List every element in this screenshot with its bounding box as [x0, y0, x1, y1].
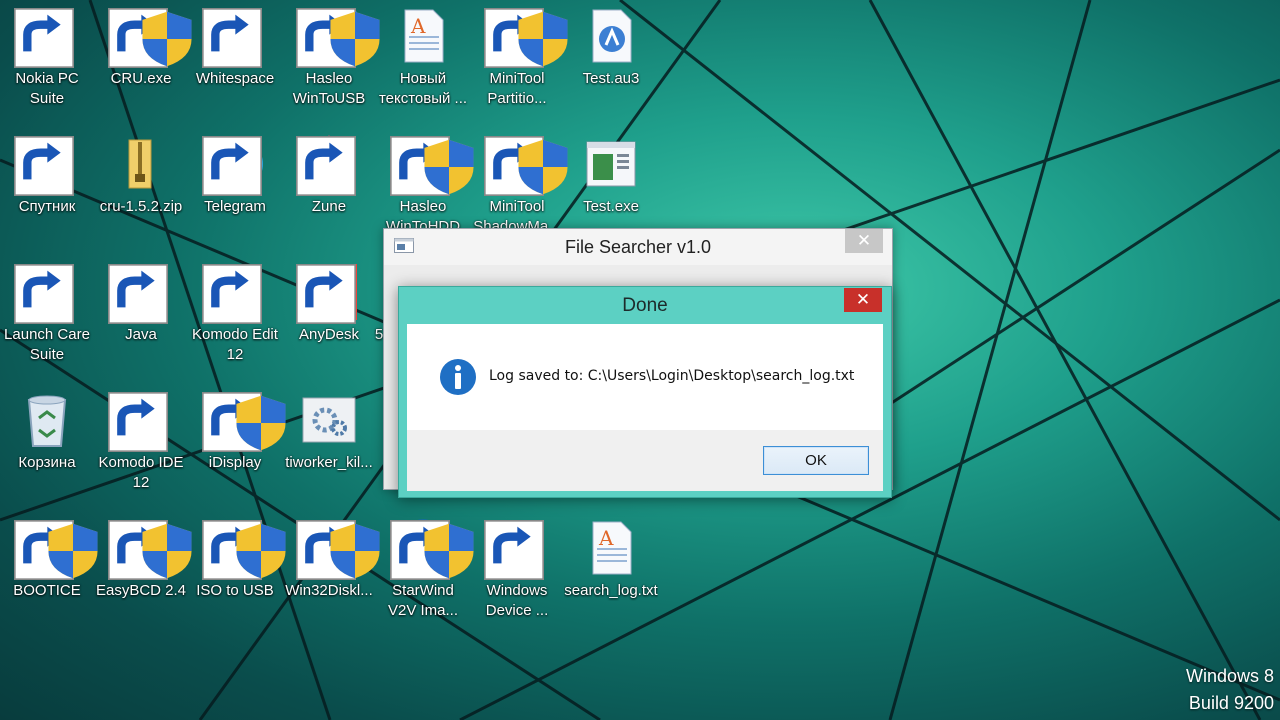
- desktop-icon-label: search_log.txt: [564, 582, 658, 599]
- desktop-icon-label: Корзина: [18, 454, 76, 471]
- desktop-icon-sputnik[interactable]: Спутник: [0, 128, 94, 252]
- dialog-close-button[interactable]: ✕: [844, 288, 882, 312]
- desktop-icon-windows-device-portal[interactable]: Windows Device ...: [470, 512, 564, 636]
- desktop-icon-komodo-edit[interactable]: Komodo Edit 12: [188, 256, 282, 380]
- shortcut-arrow-icon: [108, 264, 168, 324]
- settings-gears-icon: [302, 397, 356, 443]
- dialog-title: Done: [622, 295, 668, 316]
- desktop-icon-tiworker-kill[interactable]: tiworker_kil...: [282, 384, 376, 508]
- desktop-icon-label: Whitespace: [195, 70, 275, 87]
- desktop-icon-test-au3[interactable]: Test.au3: [564, 0, 658, 124]
- desktop-icon-cru-zip[interactable]: cru-1.5.2.zip: [94, 128, 188, 252]
- desktop-icon-java[interactable]: Java: [94, 256, 188, 380]
- desktop-icon-bootice[interactable]: BOOTICE: [0, 512, 98, 636]
- window-titlebar[interactable]: File Searcher v1.0 ✕: [384, 229, 892, 265]
- desktop-icon-easybcd[interactable]: EasyBCD 2.4: [94, 512, 192, 636]
- desktop-icon-label: Komodo IDE 12: [98, 454, 184, 491]
- dialog-footer: OK: [407, 430, 883, 491]
- desktop-icon-care-suite[interactable]: Launch Care Suite: [0, 256, 94, 380]
- desktop-icon-idisplay[interactable]: iDisplay: [188, 384, 286, 508]
- os-watermark: Windows 8 Build 9200: [1186, 663, 1274, 717]
- desktop-icon-label: Telegram: [204, 198, 266, 215]
- desktop-icon-wintousb[interactable]: Hasleo WinToUSB: [282, 0, 380, 124]
- desktop-icon-win32diskimager[interactable]: Win32Diskl...: [282, 512, 380, 636]
- shortcut-arrow-icon: [484, 520, 544, 580]
- desktop-icon-whitespace[interactable]: Whitespace: [188, 0, 282, 124]
- autoit-script-icon: [592, 9, 632, 63]
- svg-text:A: A: [598, 526, 614, 550]
- desktop-icon-search-log[interactable]: A search_log.txt: [564, 512, 658, 636]
- zip-folder-icon: [128, 139, 152, 189]
- desktop-icon-label: Launch Care Suite: [4, 326, 90, 363]
- desktop-icon-label: Zune: [311, 198, 347, 215]
- desktop-icon-label: Test.exe: [583, 198, 639, 215]
- window-title: File Searcher v1.0: [564, 237, 712, 257]
- ok-button[interactable]: OK: [763, 446, 869, 475]
- shortcut-arrow-icon: [14, 136, 74, 196]
- desktop-icon-zune[interactable]: Zune: [282, 128, 376, 252]
- desktop-icon-label: Windows Device ...: [485, 582, 549, 619]
- shortcut-arrow-icon: [296, 136, 356, 196]
- desktop-icon-minitool-partition[interactable]: MiniTool Partitio...: [470, 0, 568, 124]
- desktop-icon-label: iDisplay: [208, 454, 262, 471]
- desktop-icon-label: MiniTool Partitio...: [487, 70, 547, 107]
- desktop-icon-label: StarWind V2V Ima...: [387, 582, 459, 619]
- shortcut-arrow-icon: [108, 392, 168, 452]
- desktop-icon-iso-to-usb[interactable]: ISO to USB: [188, 512, 286, 636]
- desktop-icon-label: Java: [125, 326, 157, 343]
- window-close-button[interactable]: ✕: [845, 229, 883, 253]
- text-document-icon: A: [592, 521, 632, 575]
- desktop-icon-label: Test.au3: [582, 70, 640, 87]
- desktop-icon-label: Hasleo WinToUSB: [292, 70, 366, 107]
- desktop-icon-recycle-bin[interactable]: Корзина: [0, 384, 94, 508]
- desktop-icon-starwind[interactable]: StarWind V2V Ima...: [376, 512, 474, 636]
- watermark-build: Build 9200: [1188, 693, 1274, 713]
- desktop-icon-cru[interactable]: CRU.exe: [94, 0, 192, 124]
- shortcut-arrow-icon: [202, 136, 262, 196]
- desktop-icon-label: cru-1.5.2.zip: [99, 198, 183, 215]
- svg-text:A: A: [410, 14, 426, 38]
- watermark-os-name: Windows 8: [1185, 666, 1274, 686]
- shortcut-arrow-icon: [14, 8, 74, 68]
- text-document-icon: A: [404, 9, 444, 63]
- desktop-icon-label: EasyBCD 2.4: [95, 582, 187, 599]
- dialog-message: Log saved to: C:\Users\Login\Desktop\sea…: [489, 368, 855, 384]
- shortcut-arrow-icon: [202, 264, 262, 324]
- desktop-icon-komodo-ide[interactable]: Komodo IDE 12: [94, 384, 188, 508]
- desktop-icon-label: Nokia PC Suite: [15, 70, 79, 107]
- recycle-bin-icon: [27, 395, 67, 447]
- application-window-icon: [586, 141, 636, 187]
- desktop-icon-label: Спутник: [18, 198, 76, 215]
- desktop-icon-nokia-pc-suite[interactable]: Nokia PC Suite: [0, 0, 94, 124]
- desktop-icon-label: Win32Diskl...: [285, 582, 373, 599]
- desktop-icon-label: tiworker_kil...: [285, 454, 373, 471]
- desktop-icon-label: ISO to USB: [196, 582, 274, 599]
- desktop-icon-label: Komodo Edit 12: [192, 326, 278, 363]
- desktop-icon-new-text-file[interactable]: A Новый текстовый ...: [376, 0, 470, 124]
- desktop-icon-label: BOOTICE: [13, 582, 81, 599]
- desktop-icon-telegram[interactable]: Telegram: [188, 128, 282, 252]
- info-icon: [440, 359, 476, 395]
- desktop-icon-label: Новый текстовый ...: [378, 70, 468, 107]
- dialog-content: Log saved to: C:\Users\Login\Desktop\sea…: [407, 324, 883, 430]
- done-dialog[interactable]: Done ✕ Log saved to: C:\Users\Login\Desk…: [398, 286, 892, 498]
- shortcut-arrow-icon: [202, 8, 262, 68]
- desktop-icon-label: CRU.exe: [110, 70, 172, 87]
- shortcut-arrow-icon: [14, 264, 74, 324]
